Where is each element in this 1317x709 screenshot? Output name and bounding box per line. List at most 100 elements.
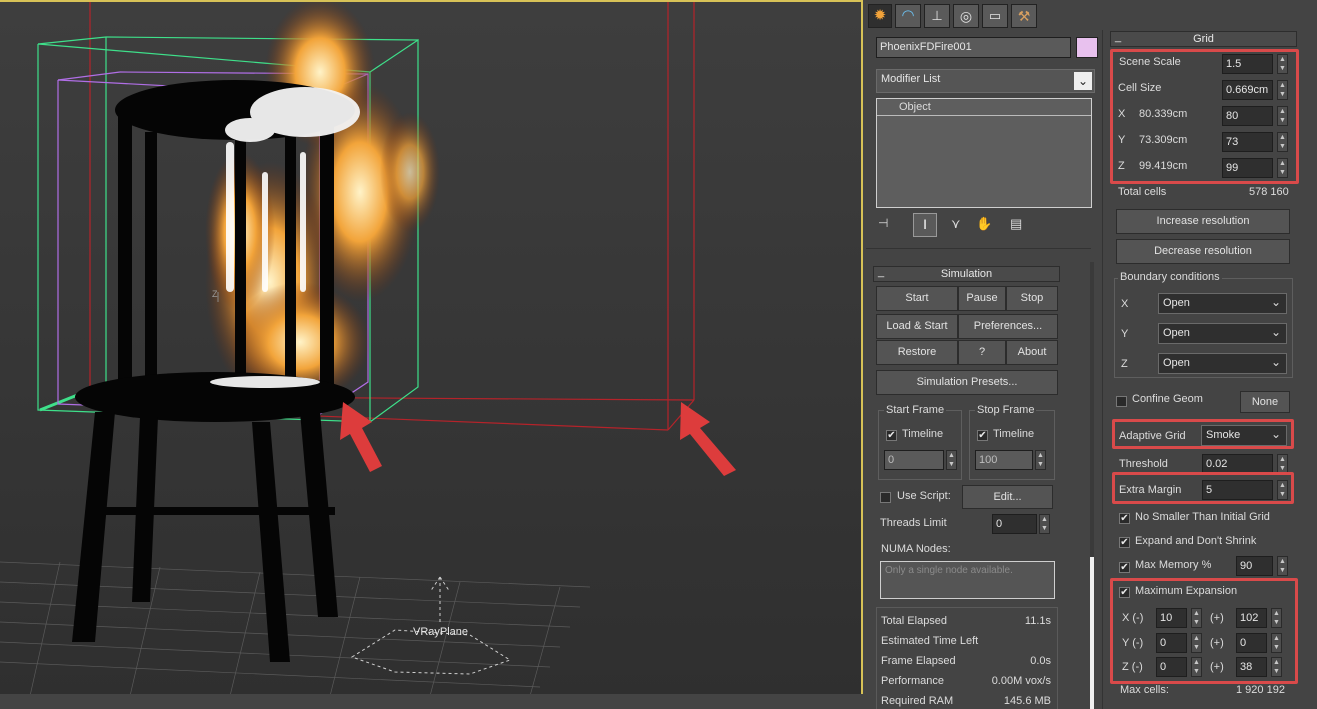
threshold-spinner[interactable]: ▲ ▼ [1277,454,1288,474]
preferences-button[interactable]: Preferences... [958,314,1058,339]
modifier-stack[interactable]: Object [876,98,1092,208]
display-icon[interactable]: ▭ [982,4,1008,28]
scene-scale-spinner[interactable]: ▲ ▼ [1277,54,1288,74]
pause-button[interactable]: Pause [958,286,1006,311]
modify-icon[interactable]: ◠ [895,4,921,28]
cell-size-input[interactable]: 0.669cm [1222,80,1273,100]
object-name-field[interactable]: PhoenixFDFire001 [876,37,1071,58]
x-minus-input[interactable]: 10 [1156,608,1187,628]
x-cells-input[interactable]: 80 [1222,106,1273,126]
z-cells-input[interactable]: 99 [1222,158,1273,178]
estimated-time-left-label: Estimated Time Left [881,635,979,647]
start-timeline-checkbox[interactable]: ✔ [886,430,897,441]
threads-limit-spinner[interactable]: ▲ ▼ [1039,514,1050,534]
z-axis-label: Z [1118,160,1125,172]
edit-script-button[interactable]: Edit... [962,485,1053,509]
restore-button[interactable]: Restore [876,340,958,365]
z-plus-spinner[interactable]: ▲ ▼ [1271,657,1282,677]
confine-geom-checkbox[interactable] [1116,396,1127,407]
grid-rollout-header[interactable]: _ Grid [1110,31,1297,47]
motion-icon[interactable]: ◎ [953,4,979,28]
chevron-down-icon: ⌄ [1270,355,1281,369]
scrollbar-track[interactable] [1090,262,1094,709]
y-cells-input[interactable]: 73 [1222,132,1273,152]
y-minus-input[interactable]: 0 [1156,633,1187,653]
x-minus-label: X (-) [1122,612,1144,624]
threads-limit-input[interactable]: 0 [992,514,1037,534]
threshold-input[interactable]: 0.02 [1202,454,1273,474]
y-cells-spinner[interactable]: ▲ ▼ [1277,132,1288,152]
decrease-resolution-button[interactable]: Decrease resolution [1116,239,1290,264]
increase-resolution-button[interactable]: Increase resolution [1116,209,1290,234]
x-minus-spinner[interactable]: ▲ ▼ [1191,608,1202,628]
hierarchy-icon[interactable]: ⊥ [924,4,950,28]
stack-header[interactable]: Object [877,99,1091,116]
z-minus-input[interactable]: 0 [1156,657,1187,677]
vray-plane-label: VRayPlane [413,626,469,638]
boundary-x-dropdown[interactable]: Open ⌄ [1158,293,1287,314]
start-frame-spinner[interactable]: ▲ ▼ [946,450,957,470]
x-plus-input[interactable]: 102 [1236,608,1267,628]
x-plus-spinner[interactable]: ▲ ▼ [1271,608,1282,628]
modifier-list-label: Modifier List [881,73,941,85]
boundary-x-value: Open [1163,297,1190,309]
help-button[interactable]: ? [958,340,1006,365]
cell-size-spinner[interactable]: ▲ ▼ [1277,80,1288,100]
max-memory-checkbox[interactable]: ✔ [1119,562,1130,573]
remove-modifier-icon[interactable]: ✋ [976,216,994,234]
y-plus-input[interactable]: 0 [1236,633,1267,653]
stop-frame-input[interactable]: 100 [975,450,1033,470]
confine-geom-none-button[interactable]: None [1240,391,1290,413]
object-color-swatch[interactable] [1076,37,1098,58]
simulation-rollout-header[interactable]: _ Simulation [873,266,1060,282]
z-size-value: 99.419cm [1139,160,1188,172]
boundary-y-dropdown[interactable]: Open ⌄ [1158,323,1287,344]
y-minus-spinner[interactable]: ▲ ▼ [1191,633,1202,653]
utilities-icon[interactable]: ⚒ [1011,4,1037,28]
expand-no-shrink-checkbox[interactable]: ✔ [1119,537,1130,548]
pin-stack-icon[interactable]: ⊣ [878,216,896,234]
max-memory-input[interactable]: 90 [1236,556,1273,576]
boundary-z-label: Z [1121,358,1128,370]
simulation-presets-button[interactable]: Simulation Presets... [876,370,1058,395]
viewport-perspective[interactable]: Z VRayPlane [0,0,863,694]
extra-margin-input[interactable]: 5 [1202,480,1273,500]
collapse-icon: _ [878,266,885,278]
stop-timeline-checkbox[interactable]: ✔ [977,430,988,441]
load-start-button[interactable]: Load & Start [876,314,958,339]
max-memory-spinner[interactable]: ▲ ▼ [1277,556,1288,576]
start-frame-input[interactable]: 0 [884,450,944,470]
use-script-checkbox[interactable] [880,492,891,503]
boundary-y-value: Open [1163,327,1190,339]
make-unique-icon[interactable]: ⋎ [951,216,969,234]
max-expansion-checkbox[interactable]: ✔ [1119,587,1130,598]
scene-scale-input[interactable]: 1.5 [1222,54,1273,74]
stop-button[interactable]: Stop [1006,286,1058,311]
numa-nodes-list[interactable]: Only a single node available. [880,561,1055,599]
chevron-down-icon: ⌄ [1270,325,1281,339]
z-cells-spinner[interactable]: ▲ ▼ [1277,158,1288,178]
extra-margin-spinner[interactable]: ▲ ▼ [1277,480,1288,500]
chevron-down-icon: ⌄ [1074,72,1092,90]
max-cells-label: Max cells: [1120,684,1169,696]
start-button[interactable]: Start [876,286,958,311]
no-smaller-checkbox[interactable]: ✔ [1119,513,1130,524]
modifier-list-dropdown[interactable]: Modifier List ⌄ [876,69,1095,93]
y-plus-spinner[interactable]: ▲ ▼ [1271,633,1282,653]
about-button[interactable]: About [1006,340,1058,365]
scrollbar-thumb[interactable] [1090,557,1094,709]
boundary-z-dropdown[interactable]: Open ⌄ [1158,353,1287,374]
adaptive-grid-dropdown[interactable]: Smoke ⌄ [1201,425,1287,446]
z-minus-spinner[interactable]: ▲ ▼ [1191,657,1202,677]
chevron-down-icon: ⌄ [1270,427,1281,441]
create-icon[interactable]: ✹ [868,4,892,28]
show-end-result-icon[interactable]: Ⅰ [913,213,937,237]
total-cells-label: Total cells [1118,186,1167,198]
z-plus-input[interactable]: 38 [1236,657,1267,677]
z-plus-label: (+) [1210,661,1224,673]
boundary-conditions-title: Boundary conditions [1118,271,1222,283]
configure-sets-icon[interactable]: ▤ [1010,216,1028,234]
stop-frame-spinner[interactable]: ▲ ▼ [1035,450,1046,470]
axis-label: Z [212,289,218,299]
x-cells-spinner[interactable]: ▲ ▼ [1277,106,1288,126]
